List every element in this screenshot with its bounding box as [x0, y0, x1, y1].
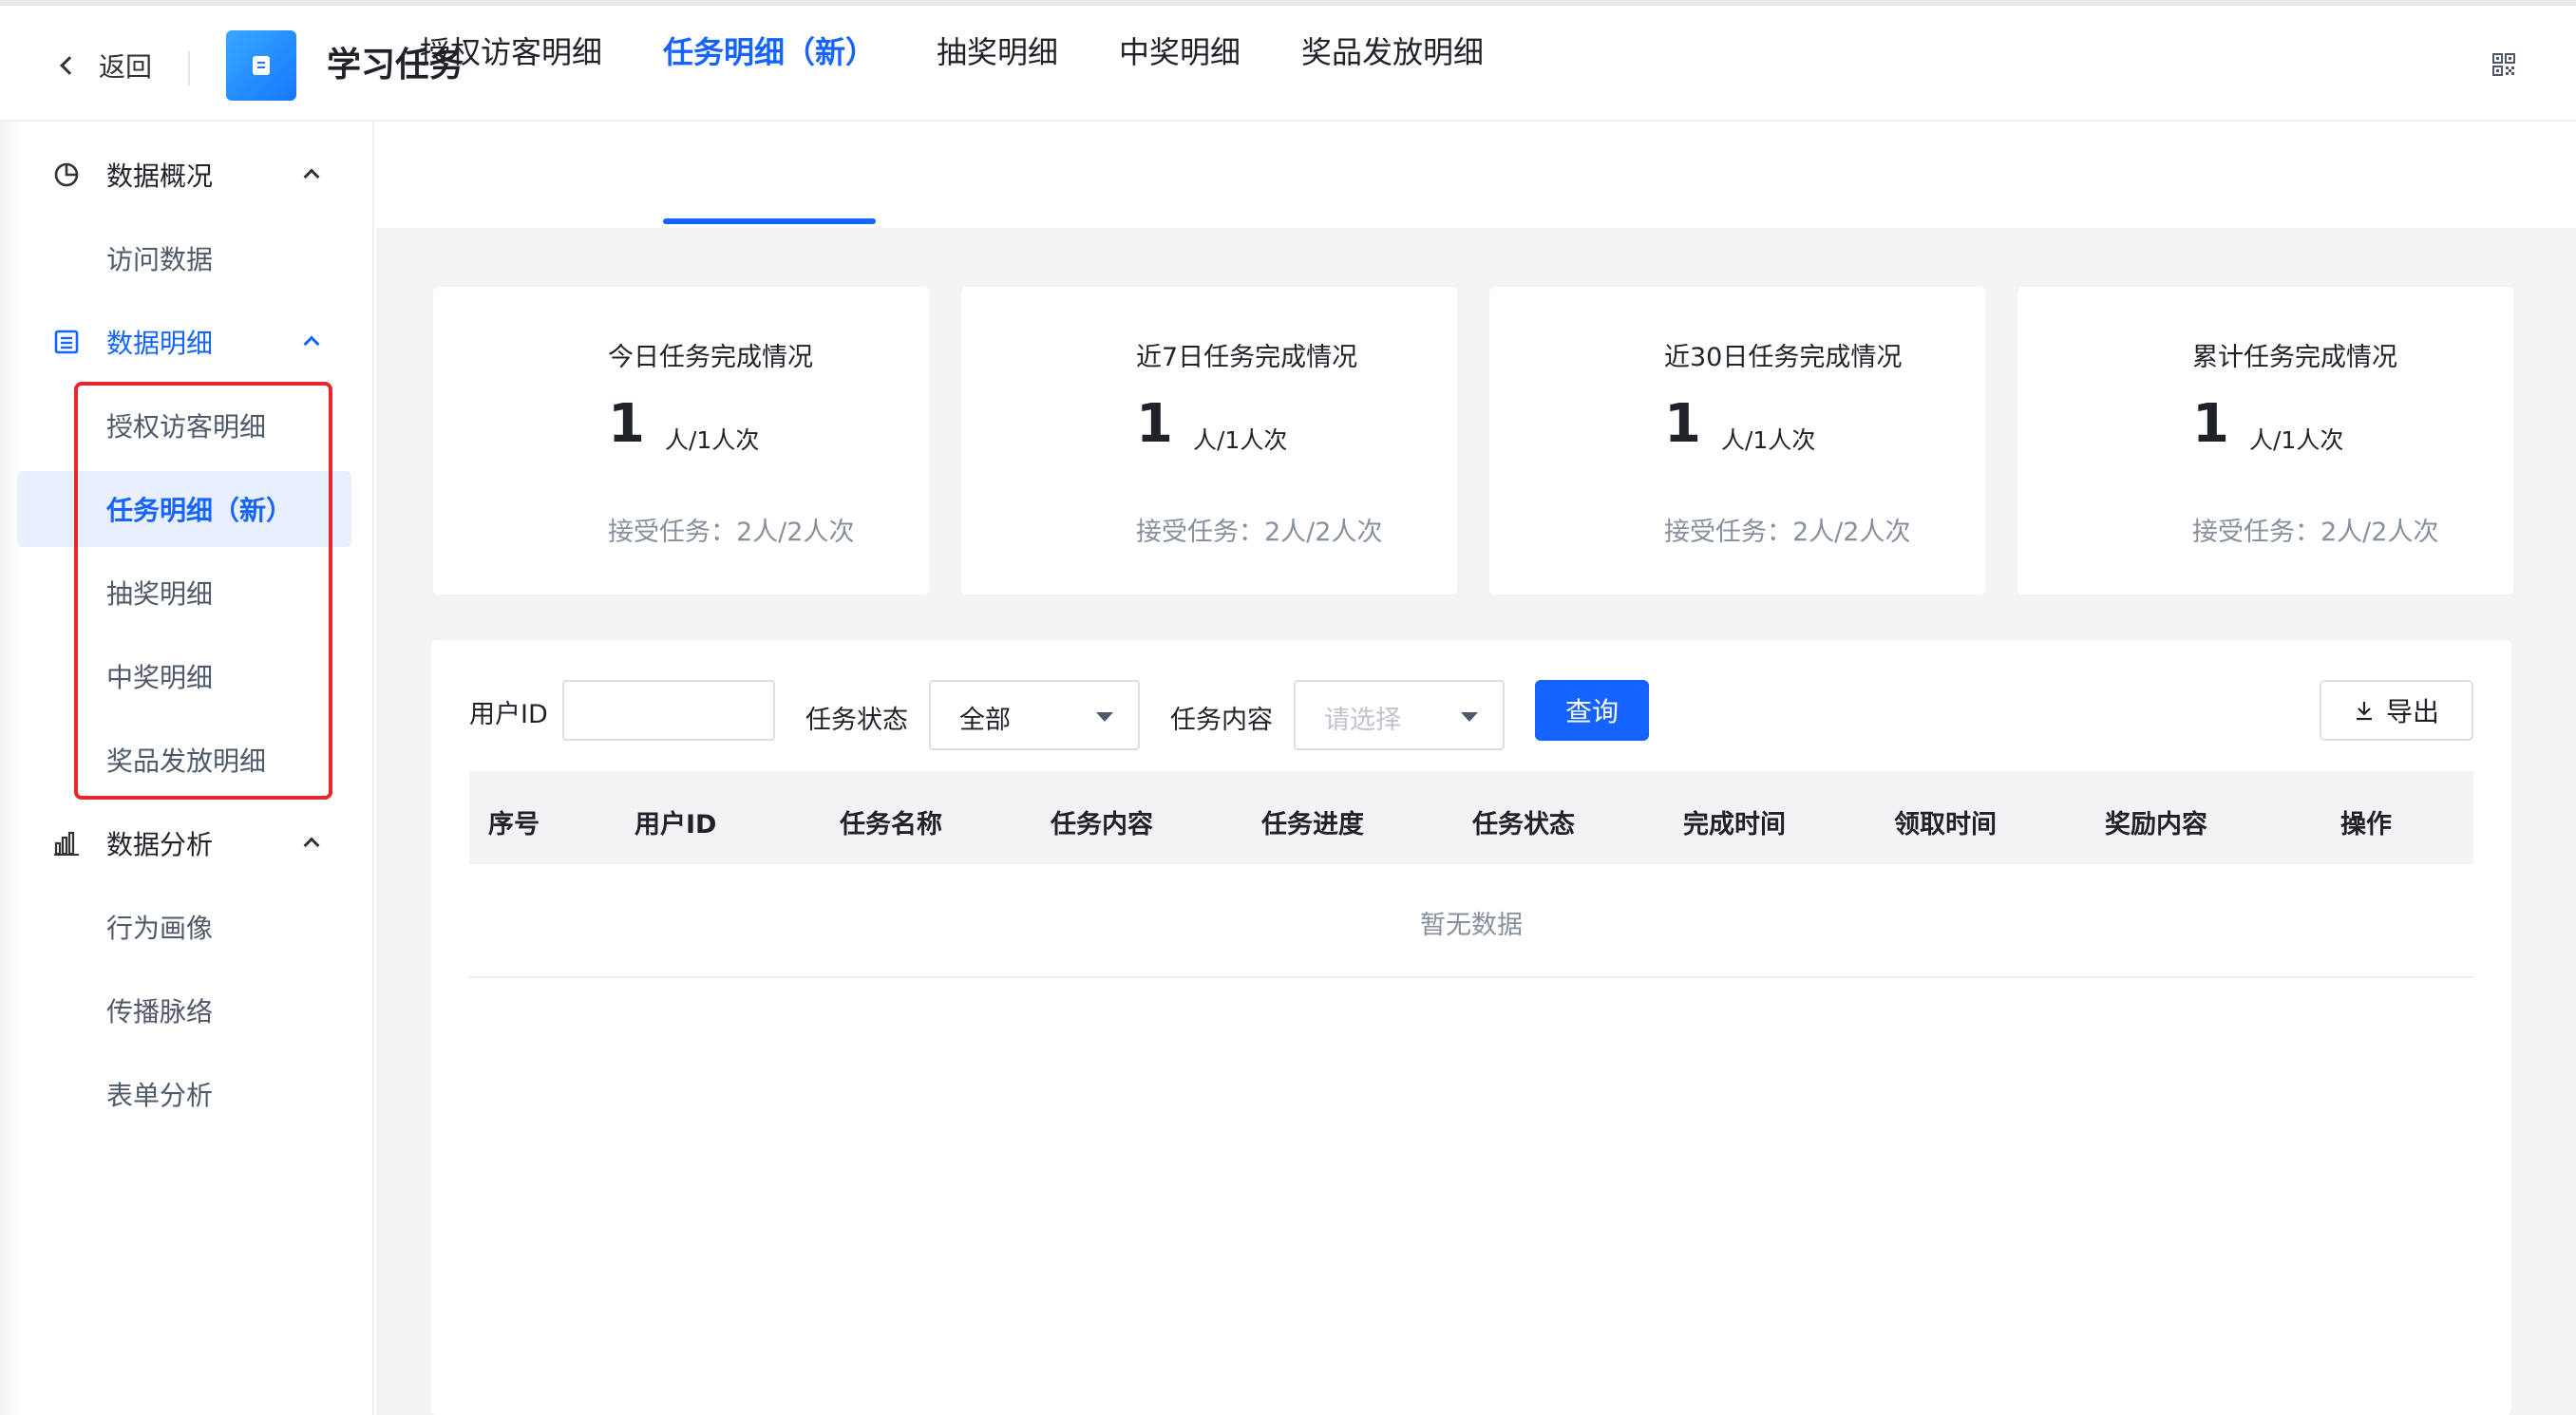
card-title: 今日任务完成情况 [608, 343, 813, 372]
chevron-up-icon [303, 335, 320, 352]
chevron-up-icon [303, 837, 320, 854]
bar-chart-icon [54, 831, 79, 856]
task-status-label: 任务状态 [805, 706, 908, 735]
user-id-label: 用户ID [469, 700, 548, 729]
sidebar-group-details[interactable]: 数据明细 [0, 313, 374, 370]
sidebar-item-label: 抽奖明细 [106, 578, 214, 610]
card-title: 近30日任务完成情况 [1664, 343, 1903, 372]
active-tab-indicator [663, 218, 876, 224]
stat-card-7days: 近7日任务完成情况 1 人/1人次 接受任务：2人/2人次 [961, 287, 1457, 594]
card-unit: 人/1人次 [1193, 426, 1288, 454]
pie-chart-icon [54, 162, 79, 187]
header-divider [188, 51, 190, 85]
col-index: 序号 [488, 810, 540, 840]
tab-task-details[interactable]: 任务明细（新） [663, 28, 876, 76]
sidebar-item-label: 传播脉络 [106, 996, 214, 1028]
app-header: 返回 学习任务 [0, 6, 2576, 122]
card-subtext: 接受任务：2人/2人次 [1664, 518, 1911, 547]
card-value: 1 [608, 393, 645, 455]
card-subtext: 接受任务：2人/2人次 [1136, 518, 1383, 547]
sidebar-item-prize-delivery[interactable]: 奖品发放明细 [17, 722, 351, 798]
sidebar-item-lottery-details[interactable]: 抽奖明细 [17, 555, 351, 631]
back-label: 返回 [99, 51, 153, 83]
col-task-name: 任务名称 [840, 810, 942, 840]
stat-card-30days: 近30日任务完成情况 1 人/1人次 接受任务：2人/2人次 [1489, 287, 1985, 594]
col-actions: 操作 [2340, 810, 2392, 840]
chevron-left-icon [60, 56, 79, 75]
table-header: 序号 用户ID 任务名称 任务内容 任务进度 任务状态 完成时间 领取时间 奖励… [469, 771, 2473, 864]
tab-bar [376, 122, 2576, 228]
sidebar-item-label: 奖品发放明细 [106, 745, 267, 777]
tab-winning-details[interactable]: 中奖明细 [1119, 28, 1241, 76]
sidebar-item-winning-details[interactable]: 中奖明细 [17, 638, 351, 714]
tab-prize-delivery[interactable]: 奖品发放明细 [1301, 28, 1484, 76]
col-complete-time: 完成时间 [1683, 810, 1786, 840]
card-unit: 人/1人次 [665, 426, 760, 454]
back-button[interactable]: 返回 [53, 42, 152, 89]
user-id-input[interactable] [562, 680, 775, 741]
card-title: 累计任务完成情况 [2192, 343, 2397, 372]
app-logo-icon [226, 30, 296, 101]
sidebar-item-label: 任务明细（新） [106, 495, 294, 526]
task-content-label: 任务内容 [1170, 706, 1273, 735]
col-task-status: 任务状态 [1472, 810, 1575, 840]
card-title: 近7日任务完成情况 [1136, 343, 1358, 372]
sidebar-item-visit-data[interactable]: 访问数据 [17, 220, 351, 296]
caret-down-icon [1461, 712, 1478, 722]
card-value: 1 [1664, 393, 1701, 455]
card-subtext: 接受任务：2人/2人次 [608, 518, 855, 547]
sidebar-group-overview[interactable]: 数据概况 [0, 146, 374, 203]
sidebar-item-label: 表单分析 [106, 1080, 214, 1111]
sidebar-group-analysis[interactable]: 数据分析 [0, 815, 374, 872]
task-content-placeholder: 请选择 [1324, 706, 1401, 735]
download-icon [2356, 702, 2372, 721]
sidebar-item-label: 中奖明细 [106, 662, 214, 693]
card-value: 1 [2192, 393, 2229, 455]
table-empty-state: 暂无数据 [469, 864, 2473, 978]
sidebar-item-authorized-visitors[interactable]: 授权访客明细 [17, 387, 351, 463]
stat-card-total: 累计任务完成情况 1 人/1人次 接受任务：2人/2人次 [2017, 287, 2513, 594]
card-unit: 人/1人次 [1721, 426, 1816, 454]
caret-down-icon [1096, 712, 1113, 722]
chevron-up-icon [303, 168, 320, 185]
card-subtext: 接受任务：2人/2人次 [2192, 518, 2439, 547]
sidebar-item-form-analysis[interactable]: 表单分析 [17, 1056, 351, 1132]
table-panel [431, 640, 2511, 1415]
sidebar-item-task-details[interactable]: 任务明细（新） [17, 471, 351, 547]
tab-authorized-visitors[interactable]: 授权访客明细 [420, 28, 602, 76]
sidebar-group-label: 数据明细 [106, 328, 214, 359]
card-value: 1 [1136, 393, 1173, 455]
task-status-value: 全部 [959, 706, 1011, 735]
col-user-id: 用户ID [635, 810, 717, 840]
sidebar-group-label: 数据概况 [106, 160, 214, 192]
task-status-select[interactable]: 全部 [929, 680, 1140, 750]
sidebar-item-label: 访问数据 [106, 244, 214, 275]
sidebar-item-spread-network[interactable]: 传播脉络 [17, 972, 351, 1048]
tab-lottery-details[interactable]: 抽奖明细 [937, 28, 1058, 76]
query-button[interactable]: 查询 [1535, 680, 1649, 741]
col-task-content: 任务内容 [1051, 810, 1153, 840]
export-button[interactable]: 导出 [2320, 680, 2473, 741]
sidebar-item-label: 行为画像 [106, 913, 214, 944]
export-label: 导出 [2385, 696, 2439, 727]
empty-text: 暂无数据 [1420, 911, 1523, 940]
qrcode-icon[interactable] [2492, 53, 2515, 76]
col-reward-content: 奖励内容 [2105, 810, 2207, 840]
stat-card-today: 今日任务完成情况 1 人/1人次 接受任务：2人/2人次 [433, 287, 929, 594]
col-task-progress: 任务进度 [1261, 810, 1364, 840]
card-unit: 人/1人次 [2249, 426, 2344, 454]
col-receive-time: 领取时间 [1894, 810, 1997, 840]
task-content-select[interactable]: 请选择 [1294, 680, 1505, 750]
sidebar-item-label: 授权访客明细 [106, 411, 267, 443]
sidebar-item-behavior-profile[interactable]: 行为画像 [17, 889, 351, 965]
sidebar-group-label: 数据分析 [106, 829, 214, 860]
list-icon [54, 330, 79, 354]
